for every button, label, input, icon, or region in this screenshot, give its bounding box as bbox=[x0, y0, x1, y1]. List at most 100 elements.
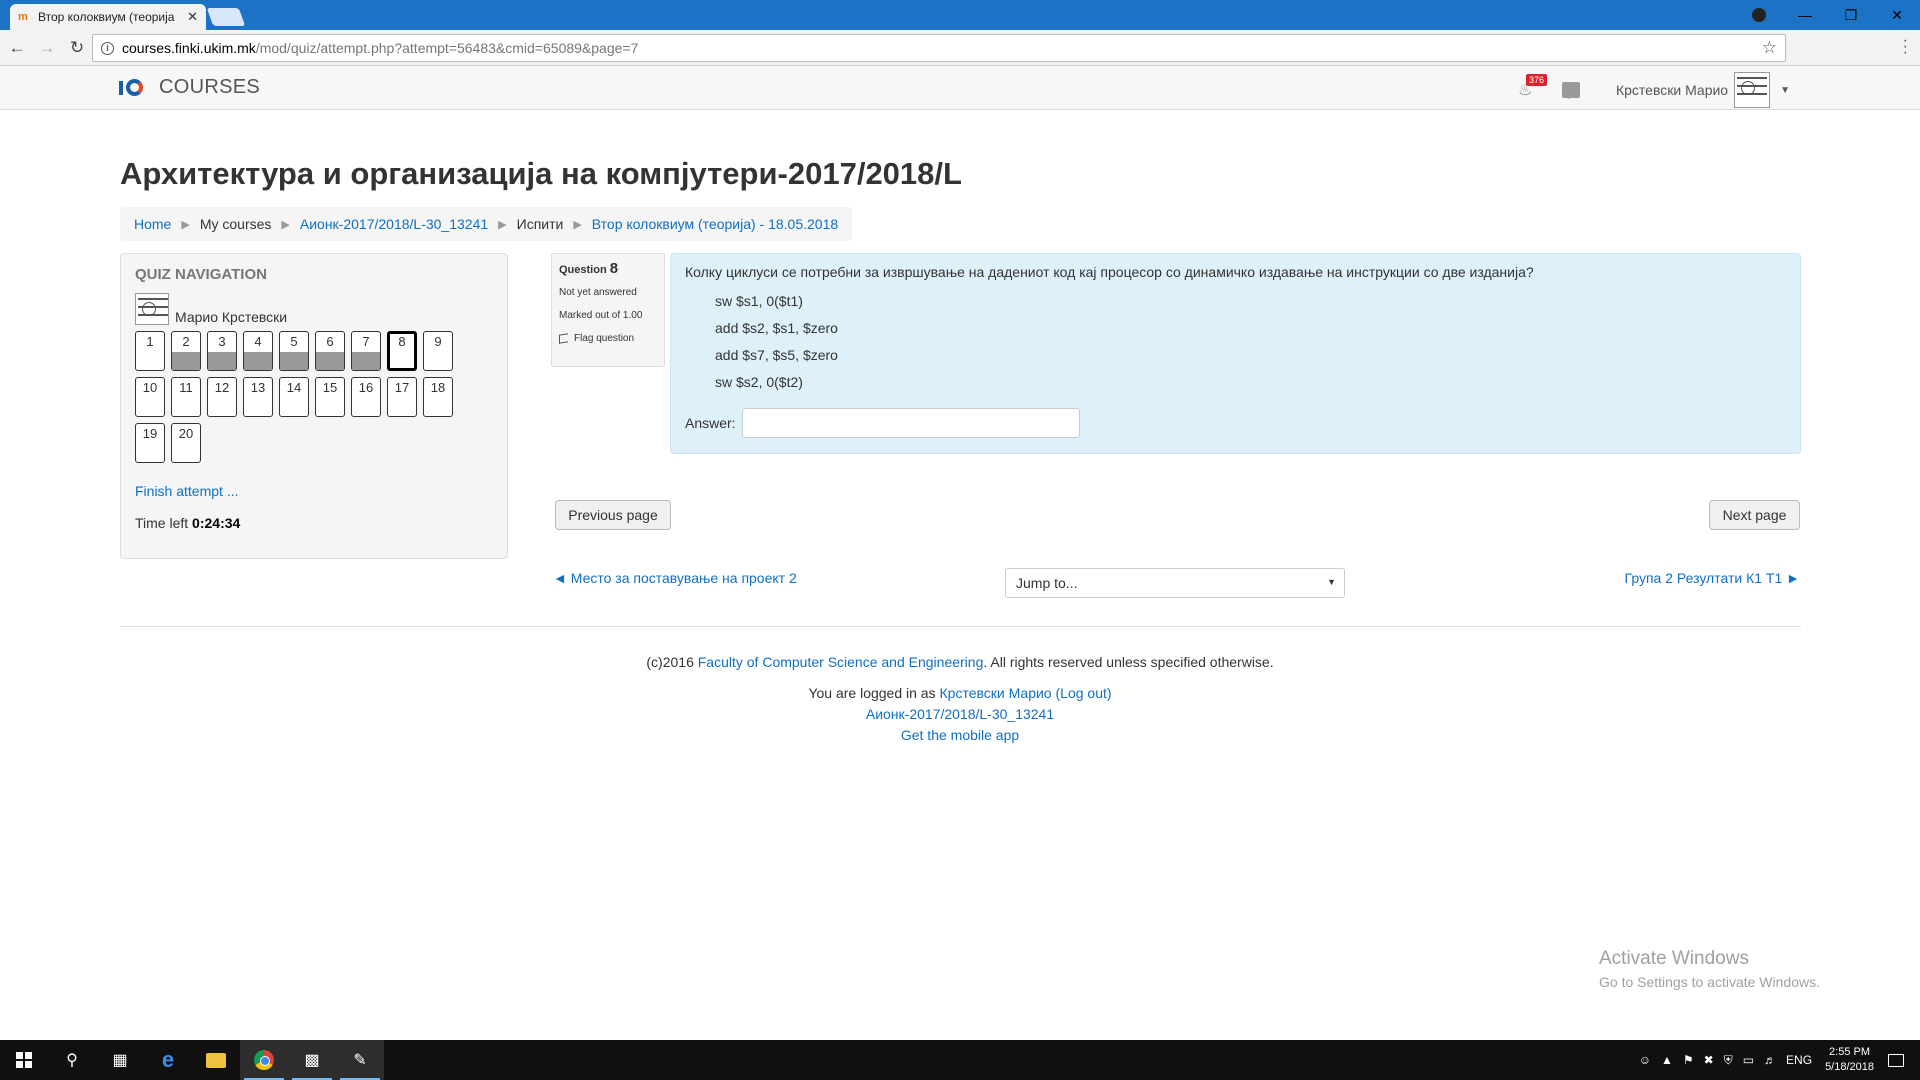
breadcrumb-separator-icon: ▶ bbox=[498, 218, 507, 231]
back-icon[interactable]: ← bbox=[4, 35, 30, 61]
site-name: COURSES bbox=[159, 76, 261, 98]
browser-toolbar: ← → ↻ i courses.finki.ukim.mk/mod/quiz/a… bbox=[0, 30, 1920, 66]
windows-taskbar: ⚲ ▦ e ▩ ✎ ☺ ▲ ⚑ ✖ ⛨ ▭ ♬ ENG 2:55 PM 5/18… bbox=[0, 1040, 1920, 1080]
user-menu-name[interactable]: Крстевски Марио bbox=[1616, 82, 1728, 98]
reload-icon[interactable]: ↻ bbox=[64, 35, 90, 61]
site-brand[interactable]: COURSES bbox=[119, 76, 260, 99]
question-nav-button[interactable]: 12 bbox=[207, 377, 237, 417]
jump-to-selected: Jump to... bbox=[1016, 575, 1078, 591]
network-icon[interactable]: ▭ bbox=[1743, 1053, 1754, 1067]
question-nav-button[interactable]: 20 bbox=[171, 423, 201, 463]
question-nav-button[interactable]: 5 bbox=[279, 331, 309, 371]
messages-icon[interactable] bbox=[1561, 82, 1580, 99]
question-nav-button[interactable]: 15 bbox=[315, 377, 345, 417]
volume-icon[interactable]: ♬ bbox=[1764, 1053, 1776, 1067]
page-footer: (c)2016 Faculty of Computer Science and … bbox=[0, 654, 1920, 748]
tray-app-icon[interactable]: ⚑ bbox=[1683, 1053, 1694, 1067]
logout-link[interactable]: (Log out) bbox=[1056, 685, 1112, 701]
security-shield-icon[interactable]: ⛨ bbox=[1724, 1053, 1733, 1068]
next-page-button[interactable]: Next page bbox=[1709, 500, 1800, 530]
question-nav-button[interactable]: 7 bbox=[351, 331, 381, 371]
mobile-app-link[interactable]: Get the mobile app bbox=[901, 727, 1019, 743]
task-view-icon[interactable]: ▦ bbox=[96, 1040, 144, 1080]
time-left-value: 0:24:34 bbox=[192, 515, 241, 531]
minimize-icon[interactable]: — bbox=[1782, 0, 1828, 30]
forward-icon[interactable]: → bbox=[34, 35, 60, 61]
footer-course-link[interactable]: Аионк-2017/2018/L-30_13241 bbox=[866, 706, 1054, 722]
profile-icon[interactable] bbox=[1736, 0, 1782, 30]
site-header: COURSES ♨ 376 Крстевски Марио ▼ bbox=[0, 66, 1920, 110]
tray-app-icon[interactable]: ✖ bbox=[1704, 1053, 1714, 1067]
flag-question-button[interactable]: Flag question bbox=[559, 333, 657, 344]
browser-menu-icon[interactable]: · · · bbox=[1903, 33, 1908, 61]
action-center-icon[interactable] bbox=[1888, 1053, 1904, 1067]
breadcrumb-quiz[interactable]: Втор колоквиум (теорија) - 18.05.2018 bbox=[592, 216, 838, 232]
activate-windows-watermark: Activate Windows Go to Settings to activ… bbox=[1599, 948, 1820, 990]
question-nav-button[interactable]: 6 bbox=[315, 331, 345, 371]
previous-page-button[interactable]: Previous page bbox=[555, 500, 671, 530]
breadcrumb-separator-icon: ▶ bbox=[181, 218, 190, 231]
breadcrumb-my-courses: My courses bbox=[199, 216, 272, 232]
people-icon[interactable]: ☺ bbox=[1639, 1053, 1651, 1067]
question-nav-button[interactable]: 16 bbox=[351, 377, 381, 417]
language-indicator[interactable]: ENG bbox=[1786, 1053, 1812, 1067]
breadcrumb-home[interactable]: Home bbox=[134, 216, 171, 232]
quiz-navigation-title: Quiz navigation bbox=[135, 266, 267, 283]
close-tab-icon[interactable]: ✕ bbox=[187, 9, 198, 25]
code-line: add $s7, $s5, $zero bbox=[715, 347, 838, 363]
user-menu-caret-icon[interactable]: ▼ bbox=[1780, 85, 1790, 96]
question-nav-button[interactable]: 11 bbox=[171, 377, 201, 417]
notification-count-badge: 376 bbox=[1525, 74, 1548, 86]
question-nav-button[interactable]: 19 bbox=[135, 423, 165, 463]
question-nav-button[interactable]: 1 bbox=[135, 331, 165, 371]
tray-app-icon[interactable]: ▲ bbox=[1661, 1053, 1673, 1067]
question-nav-button[interactable]: 9 bbox=[423, 331, 453, 371]
file-explorer-icon[interactable] bbox=[192, 1040, 240, 1080]
question-content: Колку циклуси се потребни за извршување … bbox=[670, 253, 1801, 454]
breadcrumb: Home ▶ My courses ▶ Аионк-2017/2018/L-30… bbox=[120, 207, 853, 241]
breadcrumb-course[interactable]: Аионк-2017/2018/L-30_13241 bbox=[300, 216, 488, 232]
app-taskbar-icon[interactable]: ▩ bbox=[288, 1040, 336, 1080]
close-window-icon[interactable]: ✕ bbox=[1874, 0, 1920, 30]
quiz-user-name: Марио Крстевски bbox=[175, 309, 288, 325]
question-nav-button[interactable]: 13 bbox=[243, 377, 273, 417]
edge-icon[interactable]: e bbox=[144, 1040, 192, 1080]
previous-activity-link[interactable]: ◄ Место за поставување на проект 2 bbox=[553, 570, 797, 586]
new-tab-button[interactable] bbox=[206, 8, 246, 26]
faculty-link[interactable]: Faculty of Computer Science and Engineer… bbox=[698, 654, 984, 670]
question-nav-button[interactable]: 3 bbox=[207, 331, 237, 371]
jump-to-select[interactable]: Jump to... ▼ bbox=[1005, 568, 1345, 598]
question-nav-button[interactable]: 8 bbox=[387, 331, 417, 371]
flag-question-label: Flag question bbox=[574, 333, 635, 344]
footer-divider bbox=[120, 626, 1801, 627]
answer-label: Answer: bbox=[685, 415, 736, 431]
question-nav-button[interactable]: 17 bbox=[387, 377, 417, 417]
restore-icon[interactable]: ❐ bbox=[1828, 0, 1874, 30]
logged-in-prefix: You are logged in as bbox=[808, 685, 936, 701]
address-bar[interactable]: i courses.finki.ukim.mk/mod/quiz/attempt… bbox=[92, 34, 1786, 62]
tab-title: Втор колоквиум (теорија bbox=[38, 10, 175, 24]
logged-in-user-link[interactable]: Крстевски Марио bbox=[940, 685, 1052, 701]
browser-tab[interactable]: m Втор колоквиум (теорија ✕ bbox=[10, 4, 206, 30]
question-nav-button[interactable]: 14 bbox=[279, 377, 309, 417]
user-avatar[interactable] bbox=[1734, 72, 1771, 108]
question-nav-button[interactable]: 4 bbox=[243, 331, 273, 371]
info-icon[interactable]: i bbox=[101, 41, 114, 55]
question-nav-button[interactable]: 10 bbox=[135, 377, 165, 417]
paint-taskbar-icon[interactable]: ✎ bbox=[336, 1040, 384, 1080]
answer-input[interactable] bbox=[741, 408, 1080, 438]
clock[interactable]: 2:55 PM 5/18/2018 bbox=[1825, 1045, 1874, 1075]
url-path: /mod/quiz/attempt.php?attempt=56483&cmid… bbox=[255, 40, 639, 56]
chrome-taskbar-icon[interactable] bbox=[240, 1040, 288, 1080]
question-nav-button[interactable]: 18 bbox=[423, 377, 453, 417]
question-nav-button[interactable]: 2 bbox=[171, 331, 201, 371]
start-button[interactable] bbox=[0, 1040, 48, 1080]
url-host: courses.finki.ukim.mk bbox=[122, 40, 256, 56]
notifications-bell-icon[interactable]: ♨ 376 bbox=[1518, 74, 1548, 100]
quiz-navigation-block: Quiz navigation Марио Крстевски 12345678… bbox=[120, 253, 508, 559]
question-text: Колку циклуси се потребни за извршување … bbox=[685, 264, 1534, 280]
search-icon[interactable]: ⚲ bbox=[48, 1040, 96, 1080]
next-activity-link[interactable]: Група 2 Резултати К1 Т1 ► bbox=[1625, 570, 1800, 586]
finish-attempt-link[interactable]: Finish attempt ... bbox=[135, 483, 493, 499]
bookmark-star-icon[interactable]: ☆ bbox=[1762, 38, 1777, 58]
